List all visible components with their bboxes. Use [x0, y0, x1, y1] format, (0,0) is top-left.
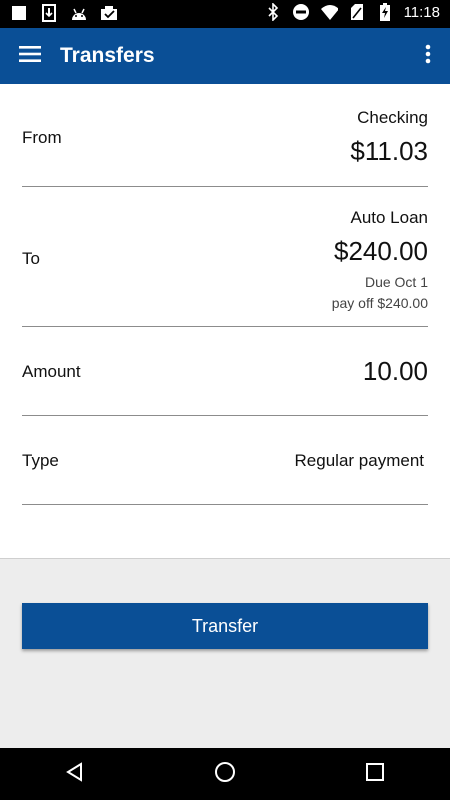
page-title: Transfers: [60, 44, 155, 67]
status-time: 11:18: [403, 3, 440, 21]
to-row[interactable]: To Auto Loan $240.00 Due Oct 1 pay off $…: [22, 186, 428, 327]
from-label: From: [22, 128, 62, 147]
notification-square-icon: [10, 4, 28, 22]
home-button[interactable]: [195, 748, 255, 800]
more-vert-icon: [425, 44, 431, 68]
navigation-bar: [0, 748, 450, 800]
to-account-balance: $240.00: [334, 236, 428, 266]
download-icon: [40, 4, 58, 22]
android-icon: [70, 4, 88, 22]
from-row[interactable]: From Checking $11.03: [22, 84, 428, 187]
recents-icon: [365, 762, 385, 786]
recents-button[interactable]: [345, 748, 405, 800]
type-label: Type: [22, 451, 59, 470]
app-bar: Transfers: [0, 28, 450, 84]
from-account-balance: $11.03: [350, 136, 428, 166]
to-payoff-amount: pay off $240.00: [331, 295, 428, 311]
transfer-form: From Checking $11.03 To Auto Loan $240.0…: [0, 84, 450, 559]
do-not-disturb-icon: [292, 3, 310, 21]
amount-input[interactable]: 10.00: [363, 356, 428, 387]
to-account-name: Auto Loan: [350, 208, 428, 227]
transfer-button[interactable]: Transfer: [22, 603, 428, 649]
wifi-icon: [320, 3, 338, 21]
hamburger-menu-icon: [19, 45, 41, 67]
battery-charging-icon: [376, 3, 394, 21]
amount-row[interactable]: Amount 10.00: [22, 326, 428, 416]
menu-button[interactable]: [0, 28, 60, 84]
no-sim-icon: [348, 3, 366, 21]
back-icon: [65, 762, 85, 786]
to-due-date: Due Oct 1: [364, 274, 428, 290]
amount-label: Amount: [22, 362, 81, 381]
from-account-name: Checking: [357, 108, 428, 127]
bluetooth-icon: [264, 3, 282, 21]
overflow-menu-button[interactable]: [414, 40, 442, 72]
status-bar: 11:18: [0, 0, 450, 28]
type-row[interactable]: Type Regular payment: [22, 415, 428, 505]
back-button[interactable]: [45, 748, 105, 800]
photo-check-icon: [100, 4, 118, 22]
type-select[interactable]: Regular payment: [295, 451, 424, 471]
to-label: To: [22, 249, 40, 268]
home-icon: [214, 761, 236, 787]
